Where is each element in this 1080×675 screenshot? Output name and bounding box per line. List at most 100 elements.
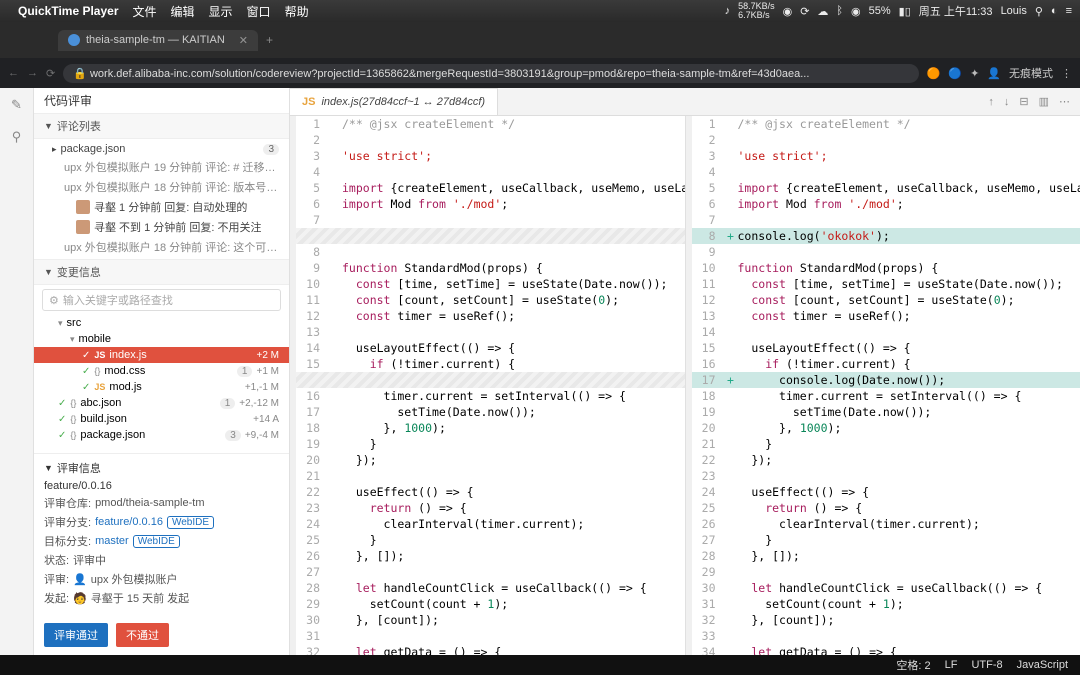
- code-line[interactable]: 17+ console.log(Date.now());: [692, 372, 1080, 388]
- search-icon[interactable]: ⚲: [8, 128, 26, 146]
- menu-help[interactable]: 帮助: [285, 3, 309, 20]
- browser-tab[interactable]: theia-sample-tm — KAITIAN ✕: [58, 30, 258, 51]
- file-row[interactable]: ✓{}build.json+14 A: [34, 411, 289, 427]
- code-line[interactable]: 15 useLayoutEffect(() => {: [692, 340, 1080, 356]
- siri-icon[interactable]: ◐: [1051, 5, 1058, 17]
- collapse-icon[interactable]: ⊟: [1019, 95, 1028, 108]
- menu-window[interactable]: 窗口: [247, 3, 271, 20]
- next-diff-icon[interactable]: ↓: [1004, 96, 1010, 108]
- code-line[interactable]: 2: [296, 132, 685, 148]
- code-line[interactable]: 24 useEffect(() => {: [692, 484, 1080, 500]
- notification-icon[interactable]: ≡: [1066, 5, 1072, 17]
- ext-icon-1[interactable]: 🟠: [927, 67, 941, 80]
- editor-tab[interactable]: JS index.js(27d84ccf~1 ↔ 27d84ccf): [290, 88, 498, 115]
- code-line[interactable]: 9function StandardMod(props) {: [296, 260, 685, 276]
- code-line[interactable]: 34 let getData = () => {: [692, 644, 1080, 655]
- code-line[interactable]: 7: [692, 212, 1080, 228]
- clock[interactable]: 周五 上午11:33: [919, 3, 993, 19]
- code-line[interactable]: 27 }: [692, 532, 1080, 548]
- new-tab-button[interactable]: +: [266, 33, 273, 47]
- status-eol[interactable]: LF: [945, 659, 958, 671]
- code-line[interactable]: 6import Mod from './mod';: [692, 196, 1080, 212]
- code-line[interactable]: 15 if (!timer.current) {: [296, 356, 685, 372]
- reject-button[interactable]: 不通过: [116, 623, 169, 647]
- src-branch-link[interactable]: feature/0.0.16: [95, 516, 163, 528]
- code-line[interactable]: 13 const timer = useRef();: [692, 308, 1080, 324]
- code-line[interactable]: 1/** @jsx createElement */: [296, 116, 685, 132]
- file-row[interactable]: ✓{}mod.css1+1 M: [34, 363, 289, 379]
- code-line[interactable]: 24 clearInterval(timer.current);: [296, 516, 685, 532]
- code-line[interactable]: 30 let handleCountClick = useCallback(()…: [692, 580, 1080, 596]
- url-field[interactable]: 🔒 work.def.alibaba-inc.com/solution/code…: [63, 64, 918, 83]
- code-line[interactable]: 6import Mod from './mod';: [296, 196, 685, 212]
- diff-view[interactable]: 1/** @jsx createElement */23'use strict'…: [290, 116, 1080, 655]
- menu-file[interactable]: 文件: [133, 3, 157, 20]
- code-line[interactable]: 9: [692, 244, 1080, 260]
- code-line[interactable]: 8+console.log('okokok');: [692, 228, 1080, 244]
- diff-left-pane[interactable]: 1/** @jsx createElement */23'use strict'…: [290, 116, 686, 655]
- code-line[interactable]: 28 }, []);: [692, 548, 1080, 564]
- bluetooth-icon[interactable]: ᛒ: [836, 5, 843, 17]
- code-line[interactable]: 20 }, 1000);: [692, 420, 1080, 436]
- code-line[interactable]: 23 return () => {: [296, 500, 685, 516]
- code-line[interactable]: 3'use strict';: [296, 148, 685, 164]
- ext-icon-2[interactable]: 🔵: [948, 67, 962, 80]
- user-name[interactable]: Louis: [1001, 5, 1027, 17]
- battery-icon[interactable]: ▮▯: [899, 5, 911, 18]
- reload-icon[interactable]: ⟳: [46, 67, 55, 80]
- incognito-icon[interactable]: 👤: [987, 67, 1001, 80]
- code-line[interactable]: 32 let getData = () => {: [296, 644, 685, 655]
- status-encoding[interactable]: UTF-8: [971, 659, 1002, 671]
- comments-section-header[interactable]: ▼ 评论列表: [34, 113, 289, 139]
- file-row[interactable]: ✓{}package.json3+9,-4 M: [34, 427, 289, 443]
- code-line[interactable]: 31: [296, 628, 685, 644]
- review-icon[interactable]: ✎: [8, 96, 26, 114]
- code-line[interactable]: 26 clearInterval(timer.current);: [692, 516, 1080, 532]
- file-row[interactable]: ✓JSmod.js+1,-1 M: [34, 379, 289, 395]
- file-row[interactable]: ✓JSindex.js+2 M: [34, 347, 289, 363]
- code-line[interactable]: 22 useEffect(() => {: [296, 484, 685, 500]
- comment-row[interactable]: upx 外包模拟账户 18 分钟前 评论: 版本号同步: [34, 177, 289, 197]
- code-line[interactable]: 10 const [time, setTime] = useState(Date…: [296, 276, 685, 292]
- comment-row[interactable]: 寻壑 1 分钟前 回复: 自动处理的: [34, 197, 289, 217]
- code-line[interactable]: 16 if (!timer.current) {: [692, 356, 1080, 372]
- dst-branch-link[interactable]: master: [95, 535, 129, 547]
- status-spaces[interactable]: 空格: 2: [896, 657, 930, 673]
- menu-edit[interactable]: 编辑: [171, 3, 195, 20]
- code-line[interactable]: 21: [296, 468, 685, 484]
- webide-pill[interactable]: WebIDE: [167, 516, 214, 529]
- code-line[interactable]: 19 }: [296, 436, 685, 452]
- code-line[interactable]: 1/** @jsx createElement */: [692, 116, 1080, 132]
- comment-row[interactable]: 寻壑 不到 1 分钟前 回复: 不用关注: [34, 217, 289, 237]
- code-line[interactable]: 11 const [count, setCount] = useState(0)…: [296, 292, 685, 308]
- code-line[interactable]: [296, 228, 685, 244]
- code-line[interactable]: 3'use strict';: [692, 148, 1080, 164]
- folder-row[interactable]: ▾mobile: [34, 331, 289, 347]
- code-line[interactable]: 17 setTime(Date.now());: [296, 404, 685, 420]
- menu-view[interactable]: 显示: [209, 3, 233, 20]
- approve-button[interactable]: 评审通过: [44, 623, 108, 647]
- prev-diff-icon[interactable]: ↑: [988, 96, 994, 108]
- more-icon[interactable]: ⋯: [1059, 95, 1070, 108]
- file-row[interactable]: ✓{}abc.json1+2,-12 M: [34, 395, 289, 411]
- code-line[interactable]: 20 });: [296, 452, 685, 468]
- code-line[interactable]: 22 });: [692, 452, 1080, 468]
- code-line[interactable]: 16 timer.current = setInterval(() => {: [296, 388, 685, 404]
- code-line[interactable]: 2: [692, 132, 1080, 148]
- code-line[interactable]: 4: [296, 164, 685, 180]
- code-line[interactable]: 18 }, 1000);: [296, 420, 685, 436]
- code-line[interactable]: 4: [692, 164, 1080, 180]
- webide-pill[interactable]: WebIDE: [133, 535, 180, 548]
- comment-row[interactable]: ▸package.json3: [34, 141, 289, 157]
- puzzle-icon[interactable]: ✦: [970, 67, 979, 80]
- code-line[interactable]: 29: [692, 564, 1080, 580]
- code-line[interactable]: 21 }: [692, 436, 1080, 452]
- tab-close-icon[interactable]: ✕: [239, 34, 248, 47]
- forward-icon[interactable]: →: [27, 67, 38, 79]
- code-line[interactable]: 7: [296, 212, 685, 228]
- app-name[interactable]: QuickTime Player: [18, 4, 119, 18]
- diff-right-pane[interactable]: 1/** @jsx createElement */23'use strict'…: [686, 116, 1080, 655]
- changes-section-header[interactable]: ▼ 变更信息: [34, 259, 289, 285]
- back-icon[interactable]: ←: [8, 67, 19, 79]
- code-line[interactable]: 25 return () => {: [692, 500, 1080, 516]
